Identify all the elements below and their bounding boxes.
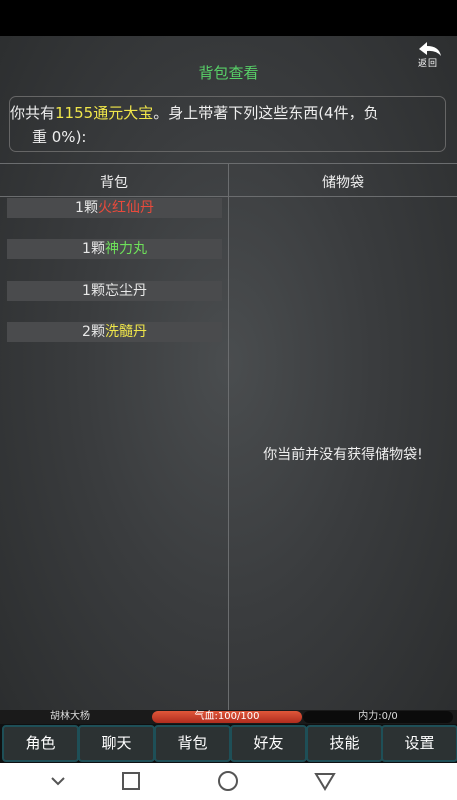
item-count: 1颗 (75, 200, 98, 216)
bag-item[interactable]: 1颗忘尘丹 (7, 281, 222, 301)
mp-bar: 内力:0/0 (303, 711, 453, 723)
item-name: 洗髓丹 (104, 324, 147, 340)
tab-skills[interactable]: 技能 (306, 725, 383, 762)
summary-line-1: 你共有1155通元大宝。身上带著下列这些东西(4件，负 (10, 101, 379, 125)
tab-settings[interactable]: 设置 (381, 725, 457, 762)
nav-back-button[interactable] (310, 769, 340, 793)
nav-home-button[interactable] (213, 769, 243, 793)
bottom-tab-bar: 角色 聊天 背包 好友 技能 设置 (0, 724, 457, 763)
character-name: 胡林大杨 (50, 711, 90, 722)
back-label: 返回 (417, 59, 438, 69)
storage-empty-message: 你当前并没有获得储物袋! (263, 447, 423, 463)
inventory-summary: 你共有1155通元大宝。身上带著下列这些东西(4件，负 重 0%): (9, 96, 446, 152)
bag-item[interactable]: 2颗洗髓丹 (7, 322, 222, 342)
square-recents-icon (122, 772, 140, 790)
bag-item[interactable]: 1颗神力丸 (7, 239, 222, 259)
nav-recents-button[interactable] (116, 769, 146, 793)
page-title: 背包查看 (198, 64, 259, 82)
character-status-bar: 胡林大杨 气血:100/100 内力:0/0 (0, 710, 457, 724)
back-button[interactable]: 返回 (411, 38, 445, 69)
summary-prefix: 你共有 (10, 104, 56, 122)
item-count: 2颗 (82, 324, 105, 340)
item-count: 1颗 (82, 283, 105, 299)
storage-column-header: 储物袋 (322, 175, 364, 191)
triangle-back-icon (314, 773, 336, 791)
chevron-down-icon (51, 777, 65, 786)
nav-collapse-button[interactable] (43, 769, 73, 793)
game-screen: 背包查看 返回 你共有1155通元大宝。身上带著下列这些东西(4件，负 重 0%… (0, 36, 457, 763)
column-divider (228, 163, 229, 711)
summary-suffix: 。身上带著下列这些东西(4件，负 (153, 104, 379, 122)
tab-character[interactable]: 角色 (2, 725, 79, 762)
item-count: 1颗 (82, 241, 105, 257)
summary-line-2: 重 0%): (32, 128, 87, 146)
item-name: 神力丸 (104, 241, 147, 257)
system-status-bar (0, 0, 457, 36)
item-name: 火红仙丹 (97, 200, 154, 216)
circle-home-icon (218, 771, 238, 791)
item-name: 忘尘丹 (104, 283, 147, 299)
bag-column-header: 背包 (100, 175, 128, 191)
system-navigation-bar (0, 763, 457, 800)
bag-item[interactable]: 1颗火红仙丹 (7, 198, 222, 218)
tab-chat[interactable]: 聊天 (78, 725, 155, 762)
tab-bag[interactable]: 背包 (154, 725, 231, 762)
money-amount: 1155通元大宝 (55, 104, 154, 122)
tab-friends[interactable]: 好友 (230, 725, 307, 762)
hp-bar: 气血:100/100 (152, 711, 302, 723)
